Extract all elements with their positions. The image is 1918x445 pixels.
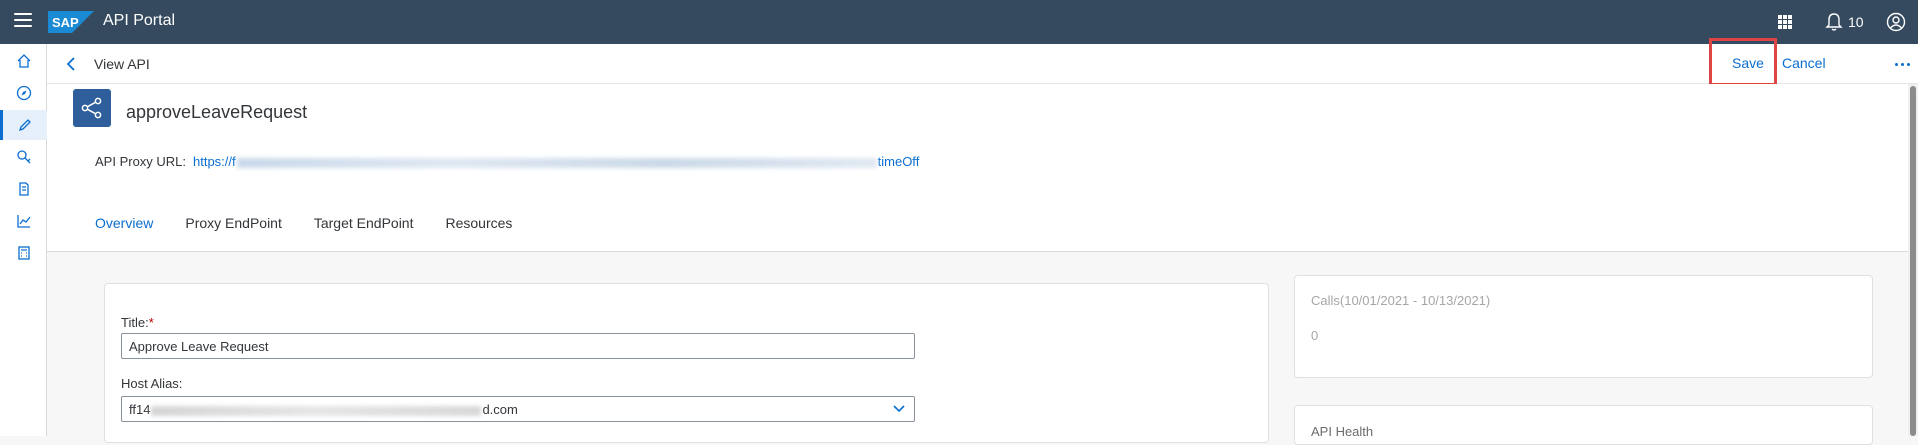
- search-keys-icon: [16, 150, 30, 164]
- calls-card: Calls(10/01/2021 - 10/13/2021) 0: [1294, 275, 1873, 378]
- side-navigation: [0, 44, 47, 436]
- object-page-header: approveLeaveRequest API Proxy URL: https…: [47, 84, 1918, 252]
- app-title: API Portal: [103, 12, 176, 29]
- tab-bar: Overview Proxy EndPoint Target EndPoint …: [95, 215, 544, 239]
- product-switch-icon[interactable]: [1778, 15, 1792, 29]
- shell-bar: SAP API Portal 10: [0, 0, 1918, 44]
- api-name-title: approveLeaveRequest: [126, 102, 308, 122]
- sidebar-item-analyze[interactable]: [0, 206, 47, 236]
- back-chevron-icon[interactable]: [65, 56, 77, 72]
- host-alias-select[interactable]: ff14 d.com: [121, 396, 915, 422]
- chevron-down-icon[interactable]: [893, 404, 905, 414]
- api-details-card: Title:* Host Alias: ff14d.com: [104, 283, 1269, 443]
- notification-bell-icon[interactable]: [1825, 12, 1843, 32]
- page-title: View API: [94, 56, 150, 72]
- notification-count[interactable]: 10: [1848, 14, 1864, 30]
- tab-resources[interactable]: Resources: [445, 215, 512, 239]
- tab-proxy-endpoint[interactable]: Proxy EndPoint: [185, 215, 282, 239]
- sidebar-item-home[interactable]: [0, 46, 47, 76]
- analytics-icon: [16, 215, 31, 228]
- required-asterisk: *: [148, 315, 154, 330]
- sidebar-item-documents[interactable]: [0, 174, 47, 204]
- compass-icon: [16, 85, 31, 101]
- title-input[interactable]: [121, 333, 915, 359]
- calls-value: 0: [1311, 328, 1319, 343]
- page-header: View API Save Cancel: [47, 44, 1918, 84]
- user-avatar-icon[interactable]: [1886, 12, 1906, 32]
- scrollbar-thumb[interactable]: [1910, 86, 1916, 436]
- svg-text:SAP: SAP: [52, 15, 79, 30]
- sidebar-item-develop[interactable]: [0, 110, 47, 140]
- home-icon: [17, 54, 30, 68]
- sidebar-item-monitor[interactable]: [0, 238, 47, 268]
- save-button-highlight: [1709, 38, 1777, 86]
- title-label: Title:*: [121, 315, 154, 330]
- tab-target-endpoint[interactable]: Target EndPoint: [314, 215, 414, 239]
- redacted-text: [151, 405, 482, 416]
- api-share-icon: [73, 89, 111, 127]
- proxy-url-link[interactable]: https://f timeOff: [193, 154, 919, 169]
- more-options-icon[interactable]: [1895, 63, 1910, 66]
- menu-icon[interactable]: [14, 13, 32, 31]
- proxy-url-label: API Proxy URL:: [95, 154, 187, 169]
- calls-title: Calls(10/01/2021 - 10/13/2021): [1311, 293, 1491, 308]
- calculator-icon: [17, 246, 30, 260]
- redacted-text: [236, 157, 877, 168]
- cancel-button[interactable]: Cancel: [1782, 55, 1826, 71]
- sidebar-item-discover[interactable]: [0, 78, 47, 108]
- api-health-title: API Health: [1311, 424, 1374, 439]
- document-icon: [18, 182, 29, 196]
- api-health-card: API Health: [1294, 405, 1873, 445]
- host-alias-label: Host Alias:: [121, 376, 183, 391]
- tab-overview[interactable]: Overview: [95, 215, 153, 239]
- sap-logo[interactable]: SAP: [48, 11, 94, 33]
- sidebar-item-configure[interactable]: [0, 142, 47, 172]
- page-scrollbar[interactable]: [1908, 84, 1918, 436]
- pencil-icon: [18, 119, 31, 132]
